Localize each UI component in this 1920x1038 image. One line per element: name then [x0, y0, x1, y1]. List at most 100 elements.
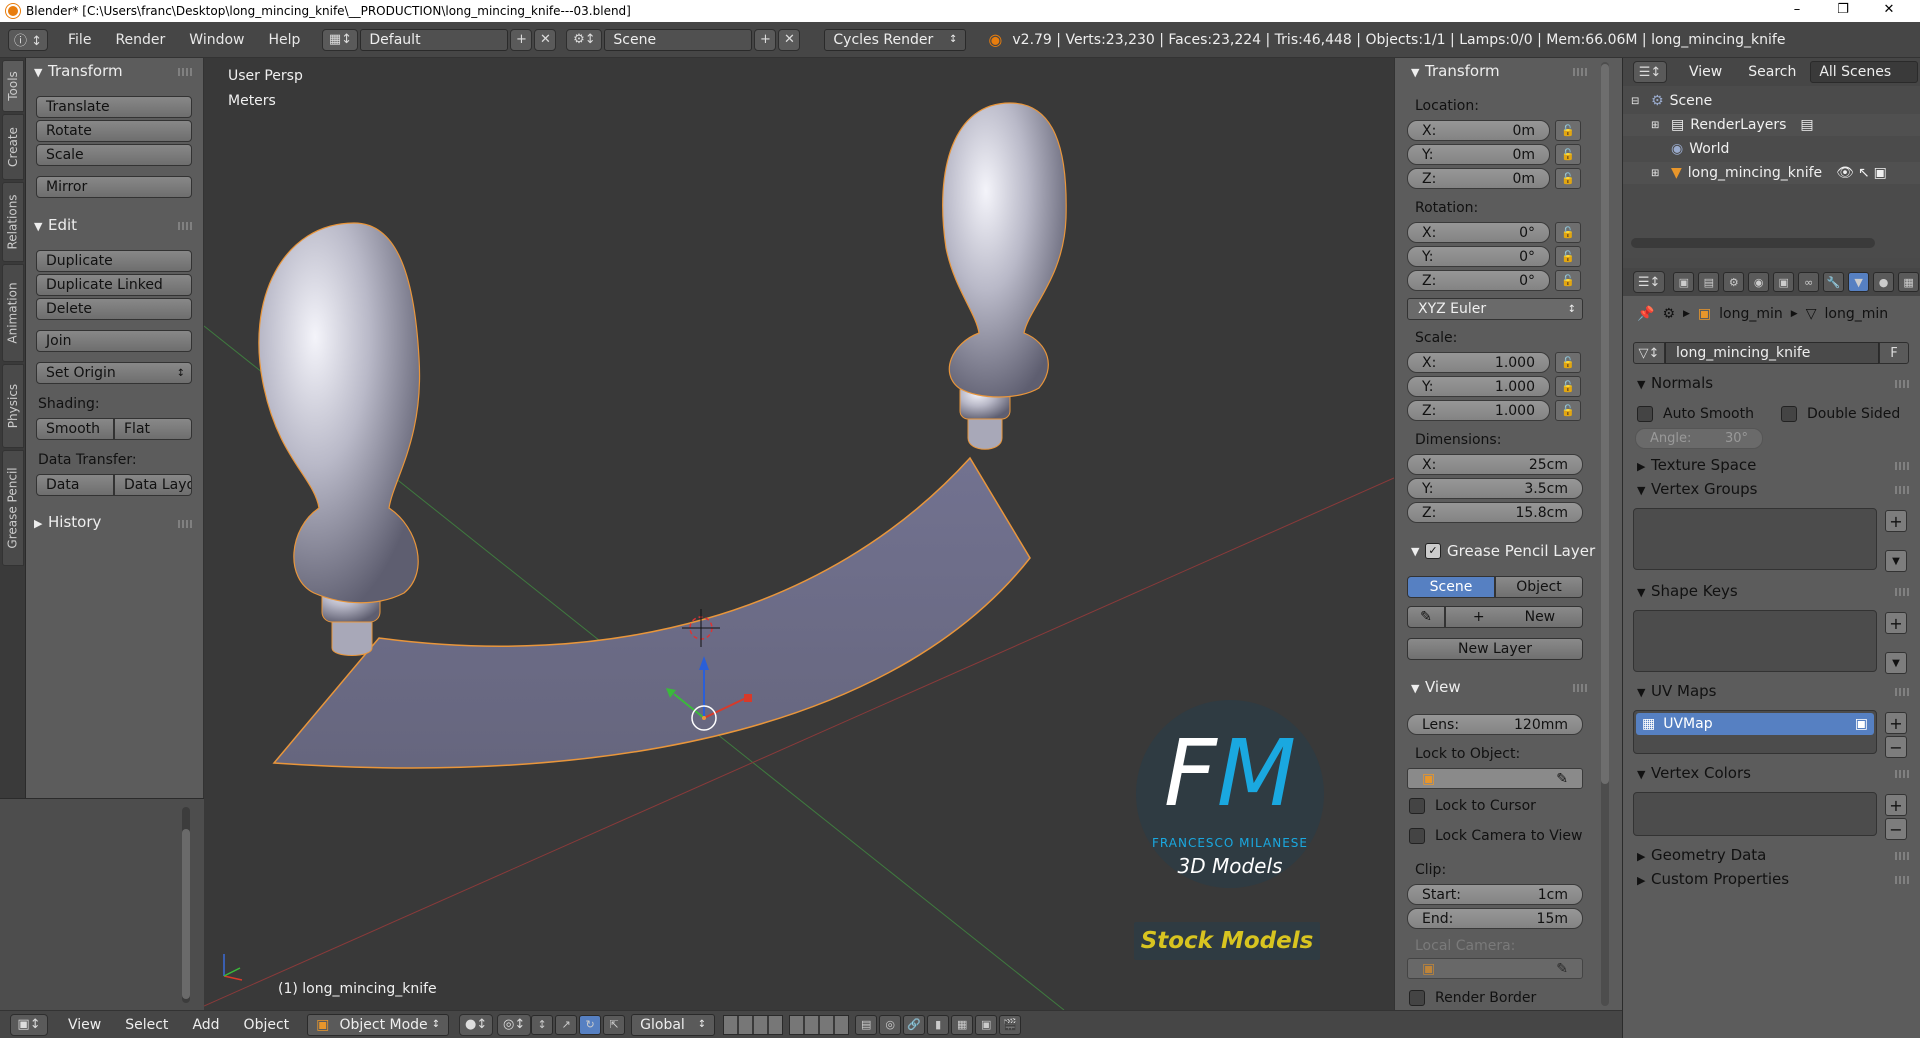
data-transfer-button[interactable]: Data	[36, 474, 114, 496]
vertex-groups-list[interactable]	[1633, 508, 1877, 570]
n-panel-scroll-thumb[interactable]	[1601, 64, 1609, 784]
visibility-eye-icon[interactable]: 👁	[1836, 165, 1854, 181]
rotation-z-field[interactable]: Z: 0°	[1407, 270, 1550, 291]
panel-grip-icon[interactable]	[1895, 852, 1909, 860]
smooth-button[interactable]: Smooth	[36, 418, 114, 440]
menu-file[interactable]: File	[56, 32, 103, 48]
add-shape-key-button[interactable]: +	[1885, 612, 1907, 634]
outliner-item-scene[interactable]: ⊟ ⚙ Scene	[1623, 90, 1920, 112]
rotate-manipulator-icon[interactable]: ↻	[579, 1014, 602, 1035]
minimize-button[interactable]: –	[1774, 0, 1820, 22]
outliner-filter-dropdown[interactable]: All Scenes	[1810, 61, 1919, 83]
panel-grip-icon[interactable]	[1573, 68, 1587, 76]
double-sided-checkbox[interactable]: Double Sided	[1781, 406, 1900, 422]
lock-scale-x-icon[interactable]: 🔓	[1555, 352, 1581, 373]
lock-to-cursor-checkbox[interactable]: Lock to Cursor	[1409, 798, 1536, 814]
opengl-render-image-icon[interactable]: ▣	[975, 1014, 998, 1035]
mesh-browse-icon[interactable]: ▽↕	[1633, 342, 1665, 364]
join-button[interactable]: Join	[36, 330, 192, 352]
shape-keys-list[interactable]	[1633, 610, 1877, 672]
grease-pencil-layer-header[interactable]: ▼ ✓ Grease Pencil Layer	[1411, 542, 1595, 560]
shape-keys-panel-header[interactable]: ▼ Shape Keys	[1637, 582, 1738, 600]
outliner-item-renderlayers[interactable]: ⊞ ▤ RenderLayers ▤	[1623, 114, 1920, 136]
flat-button[interactable]: Flat	[114, 418, 192, 440]
mode-dropdown[interactable]: ▣ Object Mode ↕	[307, 1013, 450, 1036]
editor-type-3d-view-icon[interactable]: ▣↕	[10, 1013, 48, 1036]
tab-tools[interactable]: Tools	[2, 60, 24, 112]
layers-row-2[interactable]	[789, 1014, 850, 1035]
duplicate-button[interactable]: Duplicate	[36, 250, 192, 272]
panel-grip-icon[interactable]	[1895, 770, 1909, 778]
panel-grip-icon[interactable]	[1895, 486, 1909, 494]
duplicate-linked-button[interactable]: Duplicate Linked	[36, 274, 192, 296]
gp-object-tab[interactable]: Object	[1495, 576, 1583, 598]
scale-y-field[interactable]: Y: 1.000	[1407, 376, 1550, 397]
panel-grip-icon[interactable]	[1895, 688, 1909, 696]
constraints-tab-icon[interactable]: ∞	[1798, 272, 1820, 292]
3d-viewport[interactable]: User Persp Meters (1) long_mincing_knife…	[204, 58, 1394, 1010]
dimension-x-field[interactable]: X: 25cm	[1407, 454, 1583, 475]
scale-button[interactable]: Scale	[36, 144, 192, 166]
add-screen-icon[interactable]: +	[510, 28, 533, 51]
panel-grip-icon[interactable]	[1895, 462, 1909, 470]
menu-help[interactable]: Help	[256, 32, 312, 48]
mirror-button[interactable]: Mirror	[36, 176, 192, 198]
snap-element-icon[interactable]: ▮	[927, 1014, 950, 1035]
render-border-checkbox[interactable]: Render Border	[1409, 990, 1536, 1006]
texture-tab-icon[interactable]: ▦	[1898, 272, 1920, 292]
scale-manipulator-icon[interactable]: ⇱	[603, 1014, 626, 1035]
render-tab-icon[interactable]: ▣	[1673, 272, 1695, 292]
panel-grip-icon[interactable]	[178, 222, 192, 230]
proportional-editing-icon[interactable]: ◎	[879, 1014, 902, 1035]
location-y-field[interactable]: Y: 0m	[1407, 144, 1550, 165]
delete-screen-icon[interactable]: ✕	[534, 28, 557, 51]
material-tab-icon[interactable]: ●	[1873, 272, 1895, 292]
clip-start-field[interactable]: Start: 1cm	[1407, 884, 1583, 905]
auto-smooth-checkbox[interactable]: Auto Smooth	[1637, 406, 1754, 422]
renderlayer-toggle-icon[interactable]: ▤	[1800, 117, 1813, 133]
outliner-editor-type-icon[interactable]: ☰↕	[1633, 61, 1667, 83]
scene-tab-icon[interactable]: ⚙	[1723, 272, 1745, 292]
add-vertex-group-button[interactable]: +	[1885, 510, 1907, 532]
object-tab-icon[interactable]: ▣	[1773, 272, 1795, 292]
panel-grip-icon[interactable]	[178, 68, 192, 76]
menu-view[interactable]: View	[56, 1017, 113, 1033]
lock-scale-z-icon[interactable]: 🔓	[1555, 400, 1581, 421]
mesh-name-field[interactable]: long_mincing_knife	[1665, 342, 1879, 364]
scene-field[interactable]: Scene	[604, 28, 753, 51]
render-layers-tab-icon[interactable]: ▤	[1698, 272, 1720, 292]
menu-render[interactable]: Render	[103, 32, 177, 48]
transform-orientation-dropdown[interactable]: Global ↕	[631, 1013, 716, 1036]
outliner-h-scrollbar[interactable]	[1631, 238, 1875, 248]
panel-grip-icon[interactable]	[1573, 684, 1587, 692]
uv-map-row[interactable]: ▦ UVMap ▣	[1636, 713, 1874, 735]
shape-key-specials-button[interactable]: ▼	[1885, 652, 1907, 674]
pivot-point-icon[interactable]: ◎↕	[497, 1013, 532, 1036]
dimension-z-field[interactable]: Z: 15.8cm	[1407, 502, 1583, 523]
gp-new-button[interactable]: + New	[1445, 606, 1583, 628]
location-z-field[interactable]: Z: 0m	[1407, 168, 1550, 189]
lock-camera-to-view-checkbox[interactable]: Lock Camera to View	[1409, 828, 1583, 844]
add-scene-icon[interactable]: +	[754, 28, 777, 51]
screen-layout-field[interactable]: Default	[360, 28, 509, 51]
editor-type-info-icon[interactable]: ⓘ ↕	[8, 28, 48, 51]
vertex-group-specials-button[interactable]: ▼	[1885, 550, 1907, 572]
menu-select[interactable]: Select	[113, 1017, 180, 1033]
properties-editor-type-icon[interactable]: ☰↕	[1633, 271, 1666, 293]
outliner-menu-view[interactable]: View	[1689, 64, 1722, 80]
angle-field[interactable]: Angle: 30°	[1635, 428, 1763, 449]
translate-button[interactable]: Translate	[36, 96, 192, 118]
rotation-mode-dropdown[interactable]: XYZ Euler ↕	[1407, 298, 1583, 320]
n-transform-header[interactable]: ▼ Transform	[1411, 62, 1500, 80]
vertex-colors-panel-header[interactable]: ▼ Vertex Colors	[1637, 764, 1751, 782]
rotate-button[interactable]: Rotate	[36, 120, 192, 142]
lock-location-x-icon[interactable]: 🔓	[1555, 120, 1581, 141]
scale-z-field[interactable]: Z: 1.000	[1407, 400, 1550, 421]
renderable-camera-icon[interactable]: ▣	[1874, 165, 1887, 181]
custom-properties-panel-header[interactable]: ▶ Custom Properties	[1637, 870, 1789, 888]
history-panel-header[interactable]: ▶ History	[34, 513, 101, 531]
screen-layout-icon[interactable]: ▦↕	[322, 28, 359, 51]
remove-vertex-color-button[interactable]: −	[1885, 818, 1907, 840]
tab-grease-pencil[interactable]: Grease Pencil	[2, 450, 24, 566]
panel-grip-icon[interactable]	[178, 520, 192, 528]
